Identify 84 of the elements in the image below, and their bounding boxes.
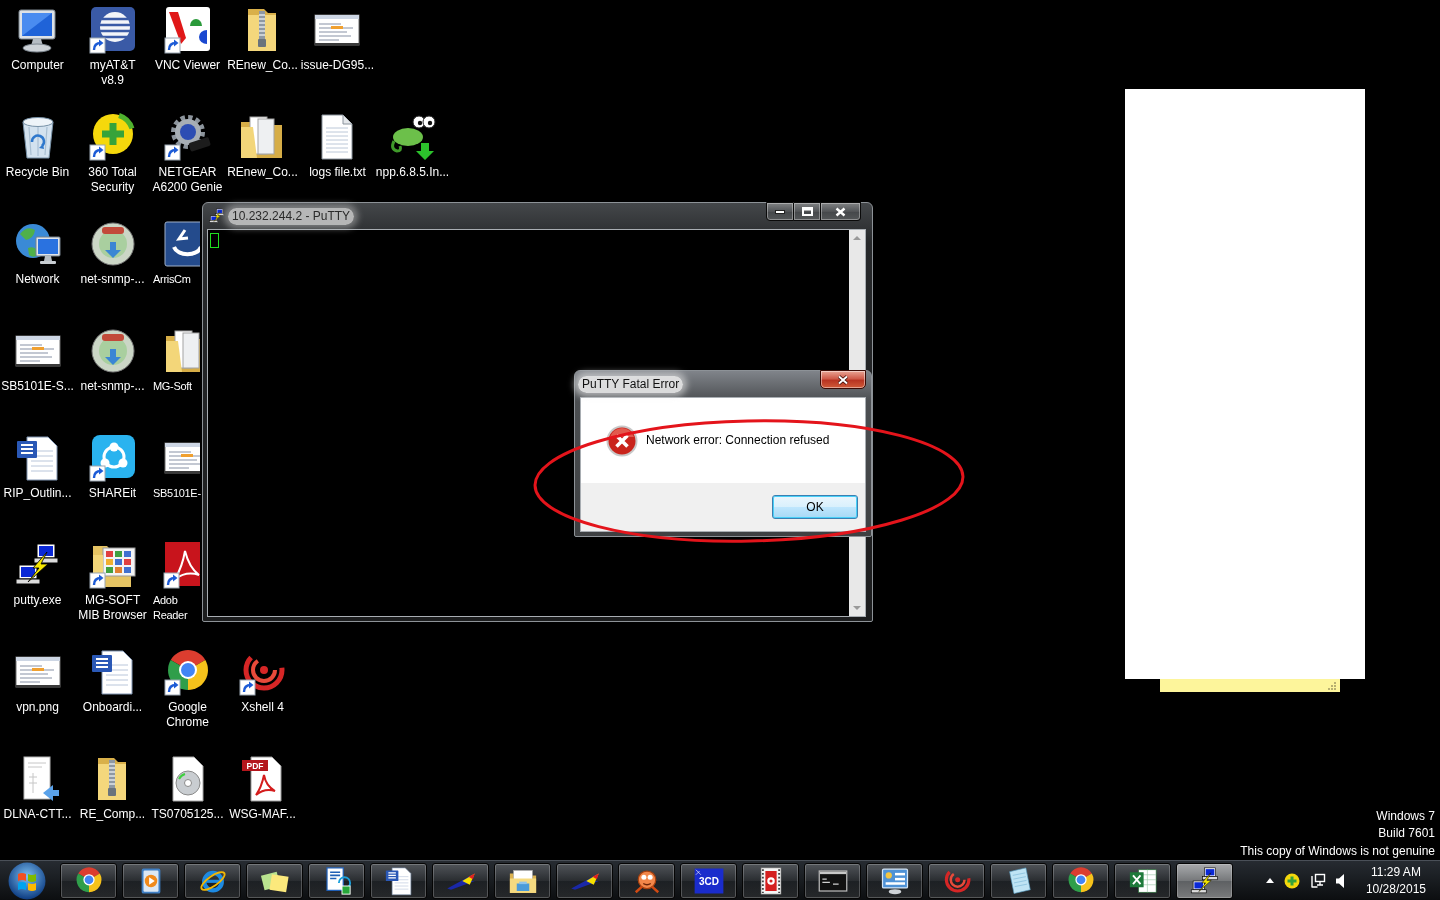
- app-tile-icon: [163, 220, 200, 268]
- ok-button[interactable]: OK: [772, 495, 858, 519]
- gear-icon: [163, 113, 212, 161]
- desktop-shortcut[interactable]: Google Chrome: [152, 642, 223, 730]
- start-orb-icon: [8, 861, 46, 900]
- lizard-icon: [388, 113, 437, 161]
- desktop-shortcut[interactable]: net-snmp-...: [80, 214, 145, 287]
- taskbar-button[interactable]: [184, 862, 241, 899]
- desktop-shortcut[interactable]: vpn.png: [13, 642, 62, 715]
- desktop-shortcut[interactable]: logs file.txt: [309, 107, 366, 180]
- control-panel-icon: [879, 865, 910, 896]
- taskbar-button[interactable]: [1114, 862, 1171, 899]
- network-monitor-icon[interactable]: [1309, 872, 1326, 889]
- close-button[interactable]: [820, 370, 866, 389]
- two-computers-icon: [1189, 865, 1220, 896]
- desktop-shortcut[interactable]: REnew_Co...: [227, 107, 298, 180]
- plus-circle-icon[interactable]: [1283, 872, 1300, 889]
- desktop-shortcut[interactable]: net-snmp-...: [80, 321, 145, 394]
- close-icon: [837, 374, 849, 385]
- speaker-icon[interactable]: [1335, 873, 1346, 888]
- taskbar-button[interactable]: [60, 862, 117, 899]
- desktop-shortcut[interactable]: putty.exe: [13, 535, 62, 608]
- clock-time[interactable]: 11:29 AM: [1371, 863, 1421, 881]
- desktop-shortcut[interactable]: MG-SOFT MIB Browser: [77, 535, 148, 623]
- desktop-shortcut[interactable]: 360 Total Security: [77, 107, 148, 195]
- desktop-shortcut[interactable]: Xshell 4: [238, 642, 287, 715]
- system-notice-text: Windows 7: [1376, 807, 1435, 825]
- folder-icon: [163, 327, 200, 375]
- window-title: 10.232.244.2 - PuTTY: [228, 207, 355, 225]
- close-icon: [835, 206, 846, 217]
- minimize-button[interactable]: [766, 202, 794, 221]
- error-icon: [606, 425, 638, 457]
- system-notice-text: Build 7601: [1378, 825, 1435, 842]
- maximize-button[interactable]: [794, 202, 821, 221]
- desktop-shortcut[interactable]: VNC Viewer: [154, 0, 221, 73]
- desktop-shortcut[interactable]: SHAREit: [88, 428, 137, 501]
- error-message: Network error: Connection refused: [646, 433, 830, 448]
- taskbar-button[interactable]: [866, 862, 923, 899]
- two-computers-icon: [209, 208, 225, 224]
- taskbar-button[interactable]: [494, 862, 551, 899]
- desktop-shortcut[interactable]: RIP_Outlin...: [3, 428, 72, 501]
- taskbar-button[interactable]: [246, 862, 303, 899]
- taskbar-button[interactable]: [1176, 862, 1233, 899]
- desktop-shortcut[interactable]: DLNA-CTT...: [3, 749, 72, 822]
- installer-disc-icon: [88, 327, 137, 375]
- dialog-title: PuTTY Fatal Error: [578, 375, 684, 393]
- maximize-icon: [801, 207, 813, 216]
- taskbar-button[interactable]: [308, 862, 365, 899]
- desktop-shortcut[interactable]: REnew_Co...: [227, 0, 298, 73]
- taskbar-button[interactable]: 3CD: [680, 862, 737, 899]
- desktop-shortcut[interactable]: npp.6.8.5.In...: [375, 107, 450, 180]
- taskbar-button[interactable]: [1052, 862, 1109, 899]
- resize-grip-icon[interactable]: [1328, 682, 1336, 690]
- desktop-shortcut[interactable]: myAT&T v8.9: [77, 0, 148, 88]
- installer-disc-icon: [88, 220, 137, 268]
- desktop-shortcut[interactable]: issue-DG95...: [300, 0, 375, 73]
- desktop-shortcut[interactable]: RE_Comp...: [79, 749, 146, 822]
- plus-circle-icon: [88, 113, 137, 161]
- taskbar-button[interactable]: [370, 862, 427, 899]
- taskbar-button[interactable]: [990, 862, 1047, 899]
- taskbar-button[interactable]: [618, 862, 675, 899]
- desktop-shortcut[interactable]: Onboardi...: [82, 642, 143, 715]
- desktop-shortcut[interactable]: ArrisCm: [153, 214, 200, 287]
- taskbar-button[interactable]: [742, 862, 799, 899]
- taskbar-button[interactable]: [122, 862, 179, 899]
- start-button[interactable]: [8, 861, 46, 900]
- desktop-shortcut[interactable]: NETGEAR A6200 Genie: [152, 107, 223, 195]
- office-document-icon: [383, 865, 414, 896]
- desktop-shortcut[interactable]: Recycle Bin: [5, 107, 70, 180]
- taskbar-button[interactable]: [804, 862, 861, 899]
- system-notice-text: This copy of Windows is not genuine: [1240, 842, 1435, 860]
- app-logo-icon: [163, 6, 212, 54]
- desktop-shortcut[interactable]: PDF WSG-MAF...: [229, 749, 296, 822]
- desktop-shortcut[interactable]: Network: [13, 214, 62, 287]
- clock-date[interactable]: 10/28/2015: [1365, 880, 1426, 898]
- chevron-up-icon[interactable]: [1265, 878, 1274, 883]
- striped-globe-icon: [88, 6, 137, 54]
- desktop-shortcut[interactable]: SB5101E-S...: [1, 321, 74, 394]
- reader-app-icon: [163, 541, 200, 589]
- desktop-shortcut[interactable]: TS0705125...: [151, 749, 224, 822]
- close-button[interactable]: [821, 202, 861, 221]
- share-nodes-icon: [88, 434, 137, 482]
- desktop-shortcut[interactable]: Computer: [11, 0, 64, 73]
- minimize-icon: [775, 209, 785, 214]
